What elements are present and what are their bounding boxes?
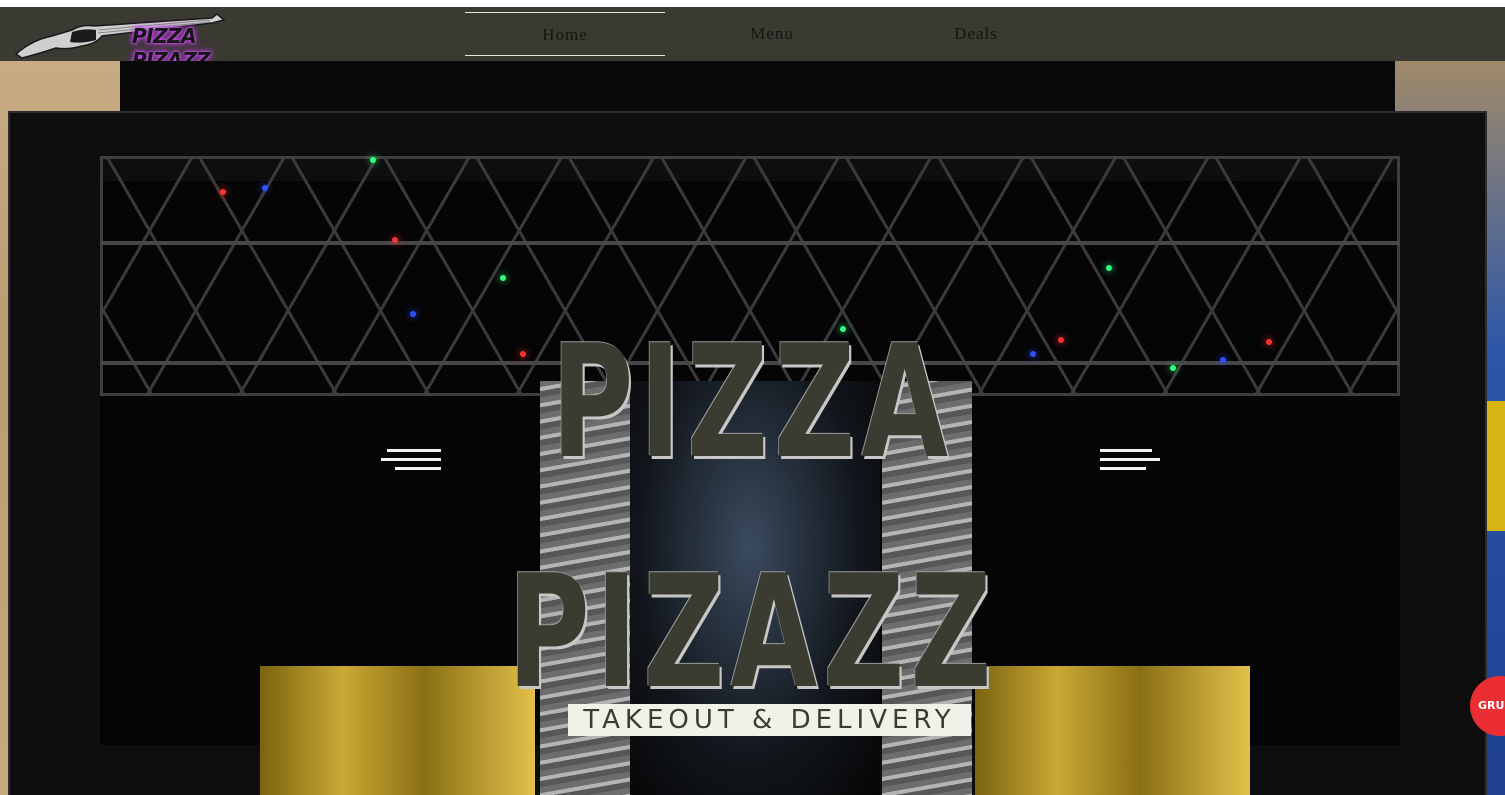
string-light [262,185,268,191]
string-light [220,189,226,195]
hero-tagline: TAKEOUT & DELIVERY [568,704,971,736]
string-light [410,311,416,317]
nav-home[interactable]: Home [465,12,665,56]
site-header: PIZZA PIZAZZ Home Menu Deals [0,7,1505,72]
hero-section: PIZZA PIZAZZ TAKEOUT & DELIVERY GRUBHUB [0,61,1505,795]
string-light [1106,265,1112,271]
string-light [392,237,398,243]
hero-title-line2: PIZAZZ [507,540,998,723]
nav-deals[interactable]: Deals [876,12,1076,56]
site-logo[interactable]: PIZZA PIZAZZ [12,10,267,72]
hero-title-line1: PIZZA [551,310,954,493]
string-light [500,275,506,281]
top-strip [0,0,1505,7]
truss-beam [100,241,1400,245]
nav-menu[interactable]: Menu [672,12,872,56]
string-light [370,157,376,163]
